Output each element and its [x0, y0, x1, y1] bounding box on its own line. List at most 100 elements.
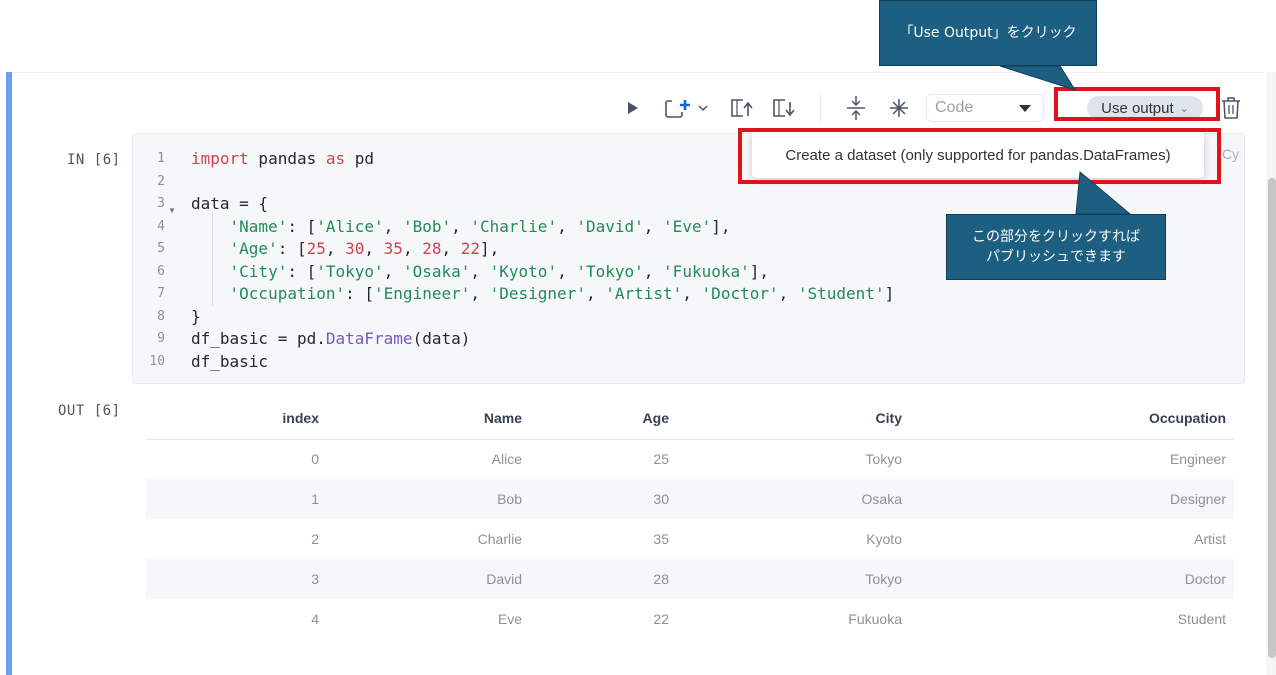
- table-cell: Engineer: [1169, 451, 1226, 468]
- active-cell-indicator: [6, 72, 12, 675]
- line-number: 6: [157, 264, 165, 279]
- table-cell: 22: [653, 611, 669, 627]
- column-header: index: [146, 398, 327, 440]
- table-row: 0 Alice 25 Tokyo Engineer: [146, 439, 1234, 479]
- code-line: 'Age': [25, 30, 35, 28, 22],: [229, 239, 500, 258]
- code-token: : [: [287, 217, 317, 236]
- table-cell: 35: [653, 531, 669, 547]
- line-number: 9: [157, 331, 165, 346]
- table-cell: Osaka: [677, 479, 910, 519]
- code-token: 'Student': [797, 284, 885, 303]
- add-cell-icon[interactable]: [662, 96, 712, 120]
- play-icon[interactable]: [624, 98, 642, 118]
- table-cell: 4: [311, 611, 319, 627]
- code-token: import: [191, 149, 249, 168]
- code-token: 'Fukuoka': [663, 262, 750, 281]
- code-token: 'Charlie': [470, 217, 558, 236]
- move-cell-down-icon[interactable]: [770, 96, 798, 120]
- table-cell: 1: [146, 479, 327, 519]
- column-header: City: [677, 398, 910, 440]
- code-token: as: [325, 149, 346, 168]
- table-row: 3 David 28 Tokyo Doctor: [146, 559, 1234, 599]
- code-token: 'Name': [229, 217, 288, 236]
- column-header: Occupation: [910, 398, 1234, 440]
- code-line: import pandas as pd: [191, 148, 374, 170]
- code-line: data = {: [191, 194, 269, 213]
- code-token: 'Bob': [402, 217, 452, 236]
- output-prompt-label: OUT [6]: [58, 403, 121, 419]
- cell-type-select[interactable]: Code: [926, 94, 1044, 122]
- code-token: ],: [711, 217, 731, 236]
- code-token: 28: [422, 239, 442, 258]
- code-token: 35: [383, 239, 403, 258]
- code-token: 'Kyoto': [489, 262, 558, 281]
- code-token: 'Osaka': [402, 262, 471, 281]
- input-prompt-label: IN [6]: [67, 152, 121, 168]
- table-cell: Tokyo: [865, 451, 902, 468]
- table-cell: Student: [1177, 611, 1226, 627]
- code-token: 'David': [576, 217, 644, 236]
- code-token: 'Eve': [663, 217, 712, 236]
- table-row: 4 Eve 22 Fukuoka Student: [146, 599, 1234, 639]
- code-token: : [: [277, 239, 307, 258]
- code-token: ],: [749, 262, 770, 281]
- code-token: pandas: [248, 149, 326, 168]
- table-cell: 30: [530, 479, 677, 519]
- table-cell: 0: [311, 451, 319, 468]
- table-cell: 2: [311, 531, 319, 547]
- table-cell: David: [327, 559, 530, 599]
- move-cell-up-icon[interactable]: [728, 96, 756, 120]
- table-cell: Alice: [491, 451, 522, 468]
- code-token: 'Tokyo': [316, 262, 384, 281]
- code-token: ],: [480, 239, 500, 258]
- line-number: 4: [157, 219, 165, 234]
- table-row: 1 Bob 30 Osaka Designer: [146, 479, 1234, 519]
- code-token: 25: [306, 239, 326, 258]
- line-number: 10: [149, 354, 165, 369]
- line-number: 8: [157, 309, 165, 324]
- expand-icon[interactable]: [887, 96, 911, 120]
- use-output-button[interactable]: Use output ⌄: [1087, 96, 1203, 120]
- trash-icon[interactable]: [1219, 95, 1243, 121]
- code-token: df_basic = pd.: [191, 329, 326, 348]
- code-line: 'Occupation': ['Engineer', 'Designer', '…: [229, 284, 895, 303]
- line-number: 3: [157, 196, 165, 211]
- code-line: df_basic = pd.DataFrame(data): [191, 328, 470, 350]
- create-dataset-menu-item[interactable]: Create a dataset (only supported for pan…: [785, 147, 1170, 164]
- indent-guide: [212, 212, 213, 306]
- scrollbar-thumb[interactable]: [1268, 178, 1276, 658]
- line-number-gutter: 1 2 3 4 5 6 7 8 9 10 ▼: [133, 134, 179, 383]
- line-number: 1: [157, 151, 165, 166]
- code-token: 'Engineer': [374, 284, 471, 303]
- code-token: : [: [287, 262, 317, 281]
- cell-top-divider: [12, 72, 1264, 73]
- code-token: 30: [345, 239, 365, 258]
- output-dataframe-table: index Name Age City Occupation 0 Alice 2…: [146, 398, 1234, 639]
- code-token: 'Tokyo': [576, 262, 644, 281]
- code-line: 'City': ['Tokyo', 'Osaka', 'Kyoto', 'Tok…: [229, 262, 770, 281]
- table-cell: Fukuoka: [848, 611, 902, 627]
- callout-publish-line1: この部分をクリックすれば: [972, 228, 1140, 245]
- fold-toggle-icon[interactable]: ▼: [168, 200, 176, 222]
- table-cell: 28: [530, 559, 677, 599]
- table-cell: Eve: [497, 611, 522, 627]
- code-token: 'Doctor': [701, 284, 779, 303]
- cell-type-value: Code: [935, 99, 974, 116]
- copy-hint[interactable]: Cy: [1222, 146, 1239, 162]
- table-cell: Charlie: [477, 531, 522, 547]
- code-token: pd: [345, 149, 375, 168]
- table-cell: 3: [146, 559, 327, 599]
- table-cell: Designer: [910, 479, 1234, 519]
- callout-use-output: 「Use Output」をクリック: [879, 0, 1097, 66]
- line-number: 2: [157, 174, 165, 189]
- collapse-icon[interactable]: [843, 94, 869, 122]
- caret-down-icon: [1019, 104, 1031, 112]
- code-token: 'Occupation': [229, 284, 346, 303]
- code-token: DataFrame: [325, 329, 413, 348]
- code-token: 'Designer': [489, 284, 586, 303]
- line-number: 7: [157, 286, 165, 301]
- code-token: 'Age': [229, 239, 278, 258]
- table-cell: Bob: [327, 479, 530, 519]
- table-row: 2 Charlie 35 Kyoto Artist: [146, 519, 1234, 559]
- table-cell: Kyoto: [866, 531, 902, 547]
